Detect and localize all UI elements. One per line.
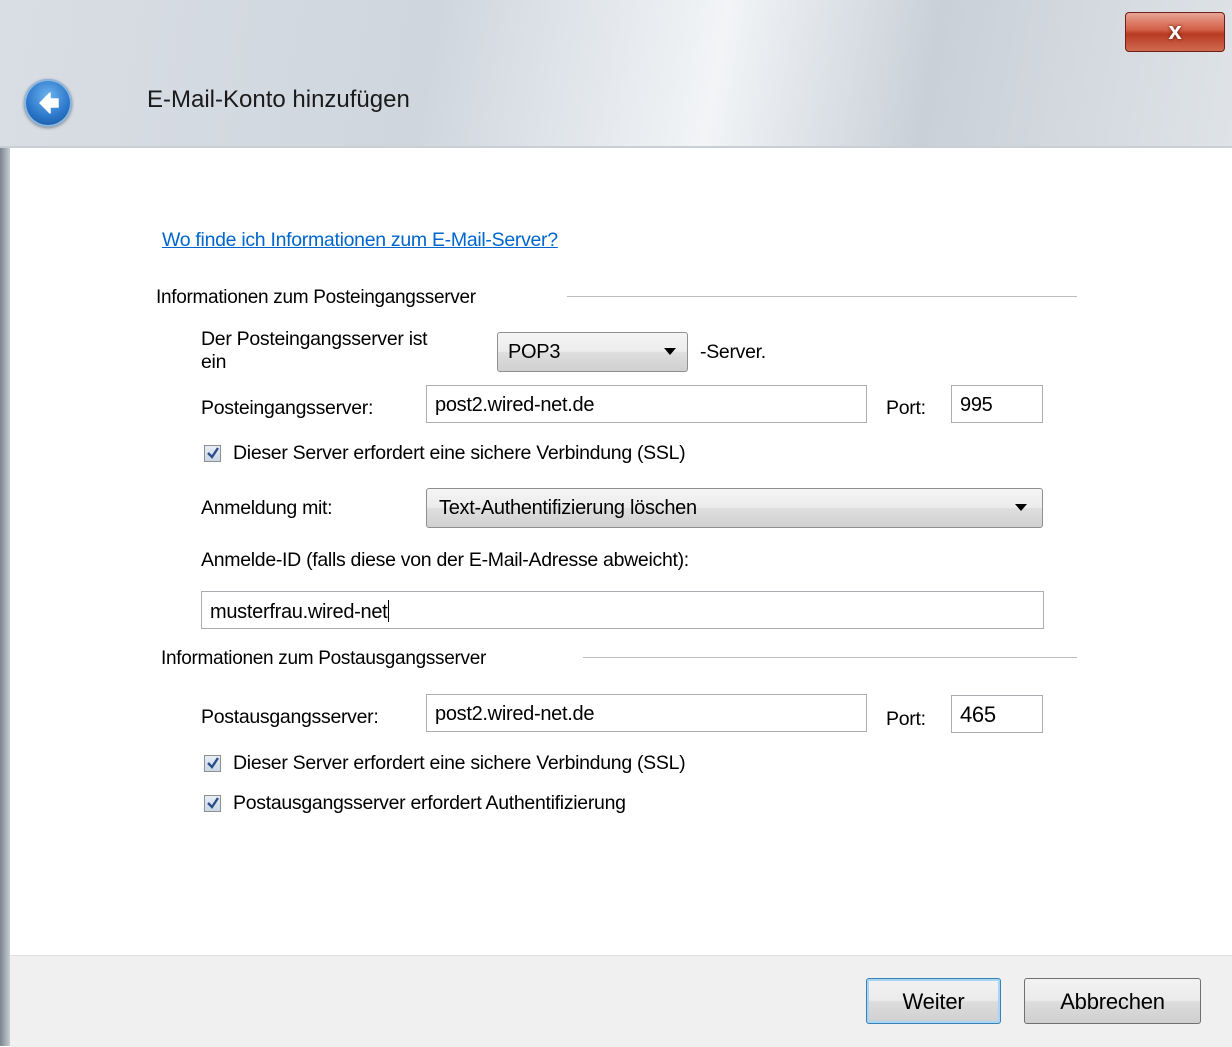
incoming-server-label: Posteingangsserver: [201, 397, 374, 419]
next-button[interactable]: Weiter [866, 978, 1001, 1024]
window-title: E-Mail-Konto hinzufügen [147, 86, 410, 113]
outgoing-port-field[interactable]: 465 [951, 695, 1043, 733]
checkmark-icon [207, 797, 219, 809]
incoming-ssl-label: Dieser Server erfordert eine sichere Ver… [233, 442, 686, 464]
text-cursor [388, 600, 390, 622]
login-id-label: Anmelde-ID (falls diese von der E-Mail-A… [201, 549, 689, 571]
login-method-label: Anmeldung mit: [201, 497, 333, 519]
close-button[interactable]: x [1125, 12, 1225, 52]
outgoing-ssl-label: Dieser Server erfordert eine sichere Ver… [233, 752, 686, 774]
window-border [0, 148, 10, 1046]
incoming-group-divider [567, 296, 1077, 297]
outgoing-auth-checkbox[interactable] [204, 795, 221, 812]
outgoing-ssl-checkbox[interactable] [204, 755, 221, 772]
button-bar: Weiter Abbrechen [10, 955, 1232, 1047]
login-method-dropdown[interactable]: Text-Authentifizierung löschen [426, 488, 1043, 528]
server-type-value: POP3 [508, 341, 561, 363]
cancel-button[interactable]: Abbrechen [1024, 978, 1201, 1024]
server-type-label: Der Posteingangsserver ist ein [201, 328, 428, 373]
chevron-down-icon [664, 348, 676, 355]
back-arrow-icon [39, 92, 59, 114]
title-bar-divider [0, 146, 1232, 148]
back-button[interactable] [24, 79, 72, 127]
incoming-group-label: Informationen zum Posteingangsserver [156, 287, 476, 308]
outgoing-server-label: Postausgangsserver: [201, 706, 379, 728]
incoming-port-field[interactable]: 995 [951, 385, 1043, 423]
outgoing-group-divider [583, 657, 1077, 658]
login-id-field[interactable]: musterfrau.wired-net [201, 591, 1044, 629]
outgoing-server-field[interactable]: post2.wired-net.de [426, 694, 867, 732]
login-id-value: musterfrau.wired-net [210, 601, 388, 623]
dialog-window: E-Mail-Konto hinzufügen x Wo finde ich I… [0, 0, 1232, 1047]
close-icon: x [1168, 18, 1182, 45]
checkmark-icon [207, 447, 219, 459]
help-link[interactable]: Wo finde ich Informationen zum E-Mail-Se… [162, 229, 558, 252]
server-type-dropdown[interactable]: POP3 [497, 332, 688, 372]
login-method-value: Text-Authentifizierung löschen [439, 497, 697, 519]
incoming-server-field[interactable]: post2.wired-net.de [426, 385, 867, 423]
title-bar: E-Mail-Konto hinzufügen x [0, 0, 1232, 148]
outgoing-port-label: Port: [886, 708, 926, 730]
checkmark-icon [207, 757, 219, 769]
outgoing-auth-label: Postausgangsserver erfordert Authentifiz… [233, 792, 626, 814]
server-type-suffix: -Server. [700, 341, 766, 363]
incoming-ssl-checkbox[interactable] [204, 445, 221, 462]
outgoing-group-label: Informationen zum Postausgangsserver [161, 648, 487, 669]
incoming-port-label: Port: [886, 397, 926, 419]
chevron-down-icon [1015, 504, 1027, 511]
